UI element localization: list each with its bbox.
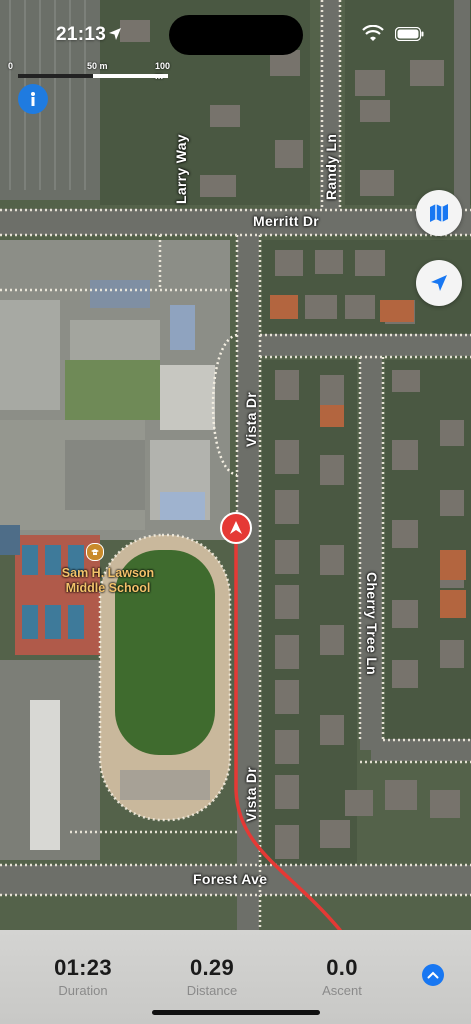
dynamic-island: [169, 15, 303, 55]
street-label-cherry-tree-ln: Cherry Tree Ln: [364, 572, 380, 676]
satellite-map[interactable]: [0, 0, 471, 930]
scale-label-end: 100 m: [155, 61, 171, 81]
scale-bar: [18, 74, 168, 78]
current-position-marker: [220, 512, 252, 544]
poi-school-label[interactable]: Sam H. Lawson Middle School: [56, 566, 160, 596]
street-label-larry-way: Larry Way: [173, 134, 189, 204]
location-services-icon: [109, 28, 121, 40]
street-label-randy-ln: Randy Ln: [323, 133, 339, 200]
distance-label: Distance: [186, 983, 238, 998]
expand-stats-button[interactable]: [422, 964, 444, 986]
locate-me-button[interactable]: [416, 260, 462, 306]
scale-label-mid: 50 m: [87, 61, 108, 71]
status-bar: 21:13: [0, 0, 471, 60]
chevron-up-icon: [427, 971, 439, 979]
duration-label: Duration: [58, 983, 108, 998]
poi-name-line1: Sam H. Lawson: [61, 566, 155, 580]
street-label-vista-dr-upper: Vista Dr: [243, 391, 259, 447]
ascent-label: Ascent: [322, 983, 362, 998]
stat-distance: 0.29 Distance: [157, 955, 267, 998]
battery-icon: [395, 27, 424, 41]
map-style-button[interactable]: [416, 190, 462, 236]
stat-ascent: 0.0 Ascent: [287, 955, 397, 998]
street-label-vista-dr-lower: Vista Dr: [243, 766, 259, 822]
info-button[interactable]: [18, 84, 48, 114]
wifi-icon: [362, 25, 384, 41]
map-scale: 0 50 m 100 m: [8, 60, 178, 82]
clock: 21:13: [56, 24, 107, 45]
street-label-forest-ave: Forest Ave: [193, 871, 268, 887]
map-icon: [430, 204, 448, 222]
stat-duration: 01:23 Duration: [28, 955, 138, 998]
ascent-value: 0.0: [326, 955, 358, 980]
duration-value: 01:23: [54, 955, 112, 980]
school-icon[interactable]: [86, 543, 104, 561]
info-icon: [31, 92, 35, 106]
heading-arrow-icon: [230, 521, 242, 534]
home-indicator[interactable]: [152, 1010, 320, 1015]
poi-name-line2: Middle School: [65, 581, 151, 595]
distance-value: 0.29: [189, 955, 235, 980]
street-label-merritt-dr: Merritt Dr: [253, 213, 320, 229]
location-arrow-icon: [431, 275, 447, 291]
scale-label-zero: 0: [8, 61, 14, 71]
